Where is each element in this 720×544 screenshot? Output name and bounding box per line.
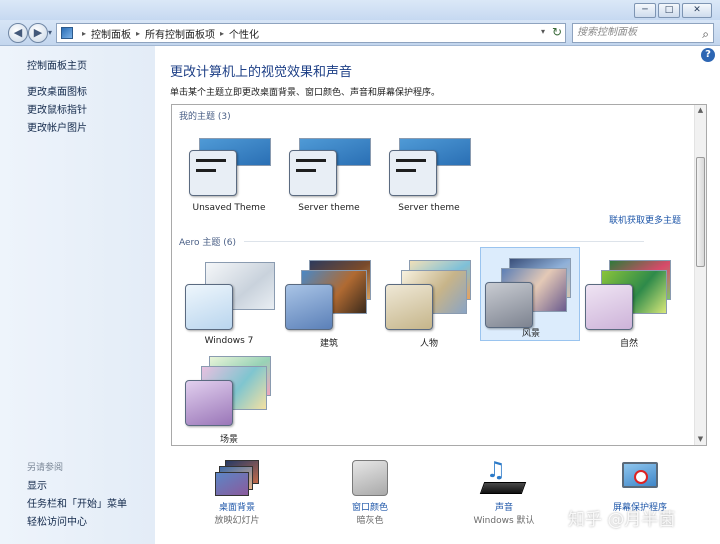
forward-button[interactable]: ▶ — [28, 23, 48, 43]
search-input[interactable]: 搜索控制面板 ⌕ — [572, 23, 714, 43]
chevron-right-icon[interactable]: ▸ — [220, 29, 224, 38]
theme-tile-server-1[interactable]: Server theme — [278, 125, 378, 219]
chevron-right-icon[interactable]: ▸ — [82, 29, 86, 38]
sidebar-item-ease-of-access[interactable]: 轻松访问中心 — [27, 513, 87, 528]
theme-tile-server-2[interactable]: Server theme — [378, 125, 478, 219]
back-button[interactable]: ◀ — [8, 23, 28, 43]
screensaver-icon — [620, 460, 660, 496]
theme-preview-window — [585, 284, 633, 330]
theme-label: 风景 — [521, 329, 540, 339]
desktop-background-icon — [215, 460, 259, 496]
theme-tile-windows7[interactable]: Windows 7 — [178, 253, 278, 347]
main-content: ? 更改计算机上的视觉效果和声音 单击某个主题立即更改桌面背景、窗口颜色、声音和… — [155, 46, 720, 544]
scroll-down-icon[interactable]: ▼ — [695, 434, 706, 445]
desktop-background-value: 放映幻灯片 — [214, 516, 260, 526]
theme-tile-landscapes[interactable]: 风景 — [480, 247, 580, 341]
theme-preview-window — [185, 380, 233, 426]
theme-label: 自然 — [619, 339, 638, 349]
close-button[interactable]: ✕ — [682, 3, 712, 18]
chevron-right-icon[interactable]: ▸ — [136, 29, 140, 38]
sidebar-item-display[interactable]: 显示 — [27, 477, 47, 492]
recent-pages-dropdown-icon[interactable]: ▾ — [48, 28, 52, 37]
title-bar: ─ □ ✕ — [0, 0, 720, 20]
search-placeholder: 搜索控制面板 — [577, 27, 637, 38]
sidebar-item-account-picture[interactable]: 更改帐户图片 — [27, 119, 87, 134]
desktop-background-button[interactable]: 桌面背景 放映幻灯片 — [190, 460, 284, 526]
refresh-icon[interactable]: ↻ — [552, 25, 562, 39]
search-icon[interactable]: ⌕ — [702, 25, 709, 43]
sidebar-item-desktop-icons[interactable]: 更改桌面图标 — [27, 83, 87, 98]
maximize-button[interactable]: □ — [658, 3, 680, 18]
theme-preview-window — [185, 284, 233, 330]
get-more-themes-link[interactable]: 联机获取更多主题 — [609, 213, 681, 226]
help-icon[interactable]: ? — [701, 48, 715, 62]
theme-preview-window — [389, 150, 437, 196]
control-panel-icon — [61, 27, 73, 39]
theme-tile-architecture[interactable]: 建筑 — [278, 253, 378, 349]
window-color-value: 暗灰色 — [356, 516, 384, 526]
theme-tile-scenes[interactable]: 场景 — [178, 349, 278, 445]
sound-icon: ♫ — [479, 458, 527, 496]
theme-label: Unsaved Theme — [192, 203, 266, 213]
sidebar-item-taskbar[interactable]: 任务栏和「开始」菜单 — [27, 495, 127, 510]
page-description: 单击某个主题立即更改桌面背景、窗口颜色、声音和屏幕保护程序。 — [170, 88, 441, 98]
theme-label: Server theme — [298, 203, 360, 213]
minimize-button[interactable]: ─ — [634, 3, 656, 18]
window-color-button[interactable]: 窗口颜色 暗灰色 — [323, 460, 417, 526]
theme-preview-window — [385, 284, 433, 330]
theme-list[interactable]: 我的主题 (3) Unsaved Theme Server theme Serv… — [171, 104, 707, 446]
sidebar: 控制面板主页 更改桌面图标 更改鼠标指针 更改帐户图片 另请参阅 显示 任务栏和… — [0, 46, 155, 544]
theme-label: 场景 — [219, 435, 238, 445]
theme-preview-window — [189, 150, 237, 196]
breadcrumb-control-panel[interactable]: 控制面板 — [91, 26, 131, 41]
sidebar-item-mouse-pointers[interactable]: 更改鼠标指针 — [27, 101, 87, 116]
my-themes-heading-label: 我的主题 (3) — [179, 112, 231, 122]
sound-button[interactable]: ♫ 声音 Windows 默认 — [457, 458, 551, 526]
theme-label: Windows 7 — [204, 336, 254, 346]
theme-preview-window — [485, 282, 533, 328]
divider — [244, 241, 645, 242]
see-also-heading: 另请参阅 — [27, 463, 64, 473]
scrollbar-thumb[interactable] — [696, 157, 705, 267]
navigation-bar: ◀ ▶ ▾ ▸ 控制面板 ▸ 所有控制面板项 ▸ 个性化 ▾ ↻ 搜索控制面板 … — [0, 20, 720, 46]
theme-preview-window — [285, 284, 333, 330]
address-dropdown-icon[interactable]: ▾ — [541, 27, 545, 36]
theme-tile-nature[interactable]: 自然 — [578, 253, 678, 349]
sound-label[interactable]: 声音 — [457, 500, 551, 513]
theme-label: 人物 — [419, 339, 438, 349]
scroll-up-icon[interactable]: ▲ — [695, 105, 706, 116]
theme-tile-unsaved[interactable]: Unsaved Theme — [178, 125, 278, 219]
sidebar-item-home[interactable]: 控制面板主页 — [27, 57, 87, 72]
aero-themes-heading-label: Aero 主题 (6) — [179, 238, 237, 248]
window-color-label[interactable]: 窗口颜色 — [323, 500, 417, 513]
theme-preview-window — [289, 150, 337, 196]
breadcrumb-personalization[interactable]: 个性化 — [229, 26, 259, 41]
desktop-background-label[interactable]: 桌面背景 — [190, 500, 284, 513]
breadcrumb-all-items[interactable]: 所有控制面板项 — [145, 26, 215, 41]
address-bar[interactable]: ▸ 控制面板 ▸ 所有控制面板项 ▸ 个性化 ▾ ↻ — [56, 23, 566, 43]
window-color-icon — [352, 460, 388, 496]
theme-label: Server theme — [398, 203, 460, 213]
my-themes-heading[interactable]: 我的主题 (3) — [179, 109, 231, 122]
sound-value: Windows 默认 — [473, 516, 535, 526]
watermark: 知乎 @月半菌 — [568, 510, 676, 530]
theme-tile-characters[interactable]: 人物 — [378, 253, 478, 349]
page-title: 更改计算机上的视觉效果和声音 — [170, 65, 353, 80]
vertical-scrollbar[interactable]: ▲ ▼ — [694, 105, 706, 445]
theme-label: 建筑 — [319, 339, 338, 349]
